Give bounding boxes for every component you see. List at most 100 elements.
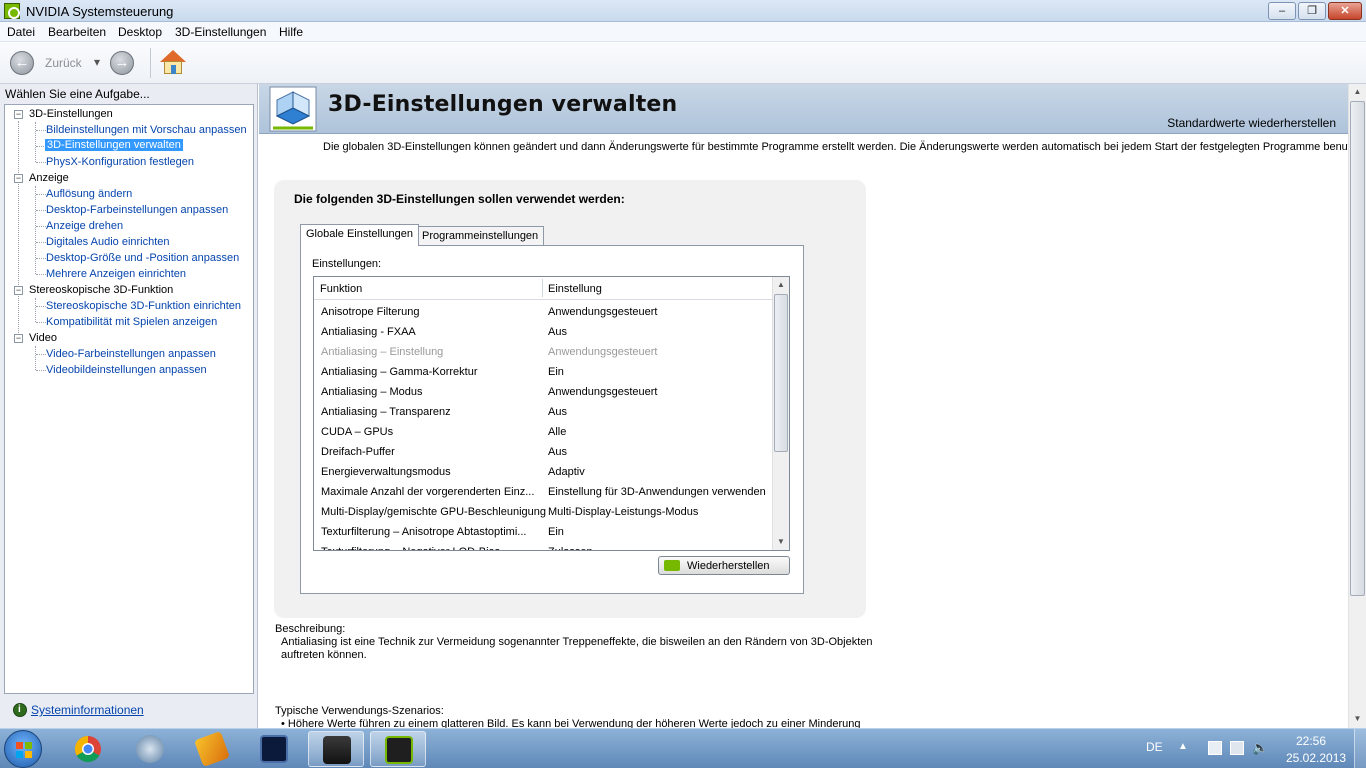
table-row[interactable]: Energieverwaltungsmodus Adaptiv [314,462,773,482]
menu-bearbeiten[interactable]: Bearbeiten [48,25,106,39]
sidebar-item-digitales-audio[interactable]: Digitales Audio einrichten [46,236,170,248]
tree-group-3d-einstellungen[interactable]: 3D-Einstellungen [29,108,113,120]
task-tree: − 3D-Einstellungen Bildeinstellungen mit… [4,104,254,694]
menu-hilfe[interactable]: Hilfe [279,25,303,39]
table-row[interactable]: Anisotrope Filterung Anwendungsgesteuert [314,302,773,322]
chrome-icon [74,735,101,763]
cell-einstellung[interactable]: Anwendungsgesteuert [548,306,657,318]
sidebar-item-physx[interactable]: PhysX-Konfiguration festlegen [46,156,194,168]
restore-defaults-link[interactable]: Standardwerte wiederherstellen [1167,116,1336,130]
taskbar-winamp[interactable] [184,731,240,767]
sidebar-item-kompatibilitaet[interactable]: Kompatibilität mit Spielen anzeigen [46,316,217,328]
table-scrollbar[interactable]: ▲ ▼ [772,277,789,550]
main-scroll-down-icon[interactable]: ▼ [1349,711,1366,727]
collapse-video-icon[interactable]: − [14,334,23,343]
tab-globale-einstellungen[interactable]: Globale Einstellungen [300,224,420,246]
tree-group-video[interactable]: Video [29,332,57,344]
cell-einstellung[interactable]: Zulassen [548,546,593,550]
menu-desktop[interactable]: Desktop [118,25,162,39]
intro-text: Die globalen 3D-Einstellungen können geä… [323,141,1363,153]
tree-group-stereoskopische[interactable]: Stereoskopische 3D-Funktion [29,284,173,296]
taskbar-monitor[interactable] [246,731,302,767]
column-einstellung[interactable]: Einstellung [548,283,602,295]
cell-einstellung[interactable]: Alle [548,426,566,438]
cell-einstellung[interactable]: Anwendungsgesteuert [548,346,657,358]
back-dropdown-icon[interactable]: ▾ [94,55,100,69]
table-scroll-thumb[interactable] [774,294,788,452]
scroll-up-icon[interactable]: ▲ [773,277,789,293]
main-scroll-up-icon[interactable]: ▲ [1349,84,1366,100]
minimize-button[interactable]: – [1268,2,1296,20]
teamspeak-icon [136,735,164,763]
scroll-down-icon[interactable]: ▼ [773,534,789,550]
network-icon[interactable] [1230,741,1244,755]
cell-einstellung[interactable]: Ein [548,366,564,378]
table-row[interactable]: Dreifach-Puffer Aus [314,442,773,462]
table-row[interactable]: Antialiasing – Einstellung Anwendungsgest… [314,342,773,362]
system-info-link[interactable]: Systeminformationen [13,703,144,717]
tree-group-anzeige[interactable]: Anzeige [29,172,69,184]
system-info-label[interactable]: Systeminformationen [31,703,144,717]
clock-time[interactable]: 22:56 [1296,734,1326,748]
cell-einstellung[interactable]: Aus [548,446,567,458]
back-button-label[interactable]: Zurück [45,56,82,70]
show-desktop-button[interactable] [1354,729,1366,768]
clock-date[interactable]: 25.02.2013 [1286,751,1346,765]
column-funktion[interactable]: Funktion [320,283,362,295]
sidebar-item-desktop-farbe[interactable]: Desktop-Farbeinstellungen anpassen [46,204,228,216]
sidebar-item-bildeinstellungen[interactable]: Bildeinstellungen mit Vorschau anpassen [46,124,247,136]
settings-caption: Die folgenden 3D-Einstellungen sollen ve… [294,192,625,206]
taskbar-nvidia[interactable] [370,731,426,767]
table-row[interactable]: Texturfilterung – Anisotrope Abtastoptim… [314,522,773,542]
collapse-stereo-icon[interactable]: − [14,286,23,295]
sidebar-item-desktop-groesse[interactable]: Desktop-Größe und -Position anpassen [46,252,239,264]
collapse-3d-einstellungen-icon[interactable]: − [14,110,23,119]
tab-programmeinstellungen[interactable]: Programmeinstellungen [416,226,545,246]
language-indicator[interactable]: DE [1146,740,1163,754]
tray-expand-icon[interactable]: ▲ [1178,741,1188,752]
cell-einstellung[interactable]: Aus [548,406,567,418]
sidebar-item-stereo-einrichten[interactable]: Stereoskopische 3D-Funktion einrichten [46,300,241,312]
main-scrollbar[interactable]: ▲ ▼ [1348,84,1366,728]
menu-datei[interactable]: Datei [7,25,35,39]
volume-icon[interactable]: 🔈 [1252,741,1268,755]
sidebar-item-video-farbe[interactable]: Video-Farbeinstellungen anpassen [46,348,216,360]
restore-button[interactable]: Wiederherstellen [658,556,790,575]
action-center-icon[interactable] [1208,741,1222,755]
sidebar-item-mehrere-anzeigen[interactable]: Mehrere Anzeigen einrichten [46,268,186,280]
home-icon[interactable] [160,50,186,76]
cell-einstellung[interactable]: Adaptiv [548,466,585,478]
table-row[interactable]: Antialiasing – Modus Anwendungsgesteuert [314,382,773,402]
taskbar-chrome[interactable] [60,731,116,767]
table-row[interactable]: Maximale Anzahl der vorgerenderten Einz.… [314,482,773,502]
cell-einstellung[interactable]: Ein [548,526,564,538]
sidebar-item-videobild[interactable]: Videobildeinstellungen anpassen [46,364,207,376]
cell-funktion: Antialiasing - FXAA [321,326,416,338]
table-row[interactable]: Antialiasing – Transparenz Aus [314,402,773,422]
table-row[interactable]: Texturfilterung – Negativer LOD-Bias Zula… [314,542,773,550]
close-button[interactable]: ✕ [1328,2,1362,20]
table-row[interactable]: Antialiasing - FXAA Aus [314,322,773,342]
taskbar-teamspeak[interactable] [122,731,178,767]
sidebar-item-aufloesung[interactable]: Auflösung ändern [46,188,132,200]
taskbar-steam[interactable] [308,731,364,767]
cell-einstellung[interactable]: Multi-Display-Leistungs-Modus [548,506,698,518]
forward-arrow-icon[interactable]: → [110,51,134,75]
table-row[interactable]: Antialiasing – Gamma-Korrektur Ein [314,362,773,382]
cell-einstellung[interactable]: Einstellung für 3D-Anwendungen verwenden [548,486,766,498]
cell-einstellung[interactable]: Anwendungsgesteuert [548,386,657,398]
back-arrow-icon[interactable]: ← [10,51,34,75]
table-row[interactable]: CUDA – GPUs Alle [314,422,773,442]
table-row[interactable]: Multi-Display/gemischte GPU-Beschleunigu… [314,502,773,522]
sidebar-item-anzeige-drehen[interactable]: Anzeige drehen [46,220,123,232]
nvidia-icon [385,736,413,764]
windows-start-icon[interactable] [4,730,42,768]
cell-funktion: Texturfilterung – Negativer LOD-Bias [321,546,500,550]
cell-funktion: Dreifach-Puffer [321,446,395,458]
menu-3d-einstellungen[interactable]: 3D-Einstellungen [175,25,266,39]
sidebar-item-3d-einstellungen-verwalten[interactable]: 3D-Einstellungen verwalten [45,139,183,151]
cell-einstellung[interactable]: Aus [548,326,567,338]
collapse-anzeige-icon[interactable]: − [14,174,23,183]
main-scroll-thumb[interactable] [1350,101,1365,596]
maximize-button[interactable]: ❐ [1298,2,1326,20]
